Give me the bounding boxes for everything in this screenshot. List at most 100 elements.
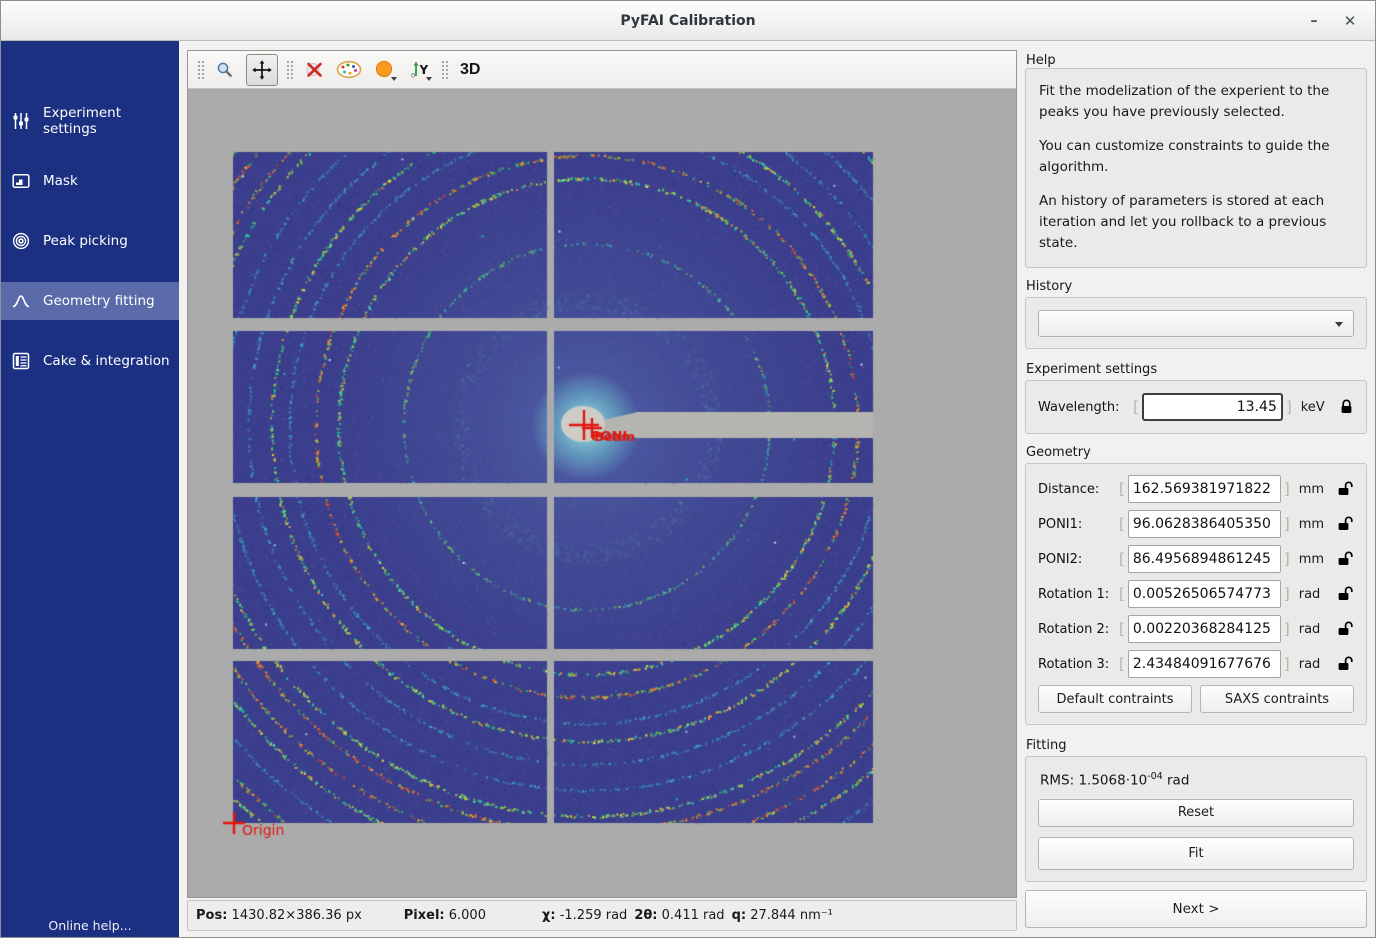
diffraction-image-canvas[interactable]	[188, 89, 1016, 897]
3d-view-button[interactable]: 3D	[455, 56, 485, 84]
bracket-open: [	[1116, 585, 1128, 603]
pixel-value: 6.000	[449, 908, 486, 923]
two-theta-label: 2θ:	[634, 908, 657, 923]
zoom-tool-button[interactable]	[211, 56, 239, 84]
q-label: q:	[732, 908, 747, 923]
sidebar-item-cake-integration[interactable]: Cake & integration	[1, 342, 179, 380]
wavelength-input[interactable]	[1142, 393, 1283, 421]
rotation2-input[interactable]	[1128, 615, 1281, 643]
bracket-close: ]	[1281, 655, 1293, 673]
sidebar-item-peak-picking[interactable]: Peak picking	[1, 222, 179, 260]
toolbar-drag-handle[interactable]	[285, 59, 293, 81]
rotation1-input[interactable]	[1128, 580, 1281, 608]
distance-label: Distance:	[1038, 482, 1116, 497]
bracket-close: ]	[1281, 585, 1293, 603]
poni2-lock-open-icon[interactable]	[1337, 551, 1354, 567]
svg-text:Y: Y	[418, 63, 428, 77]
q-value: 27.844 nm⁻¹	[750, 908, 833, 923]
sidebar-nav: Experiment settings Mask Peak picking	[1, 41, 179, 380]
history-combobox[interactable]	[1038, 310, 1354, 337]
history-section-title: History	[1026, 279, 1072, 294]
chevron-down-icon	[1335, 322, 1343, 327]
toolbar-drag-handle[interactable]	[440, 59, 448, 81]
poni1-label: PONI1:	[1038, 517, 1116, 532]
experiment-section-title: Experiment settings	[1026, 362, 1157, 377]
sidebar-item-geometry-fitting[interactable]: Geometry fitting	[1, 282, 179, 320]
bracket-close: ]	[1283, 398, 1295, 416]
rotation3-row: Rotation 3: [ ] rad	[1038, 650, 1354, 678]
rotation2-row: Rotation 2: [ ] rad	[1038, 615, 1354, 643]
minimize-button[interactable]: –	[1297, 1, 1331, 41]
rotation1-row: Rotation 1: [ ] rad	[1038, 580, 1354, 608]
bracket-open: [	[1116, 620, 1128, 638]
distance-lock-open-icon[interactable]	[1337, 481, 1354, 497]
next-button[interactable]: Next >	[1025, 890, 1367, 928]
mask-icon	[12, 172, 30, 190]
distance-unit: mm	[1293, 482, 1327, 497]
geometry-box: Distance: [ ] mm PONI1: [ ] mm P	[1025, 463, 1367, 725]
bracket-open: [	[1130, 398, 1142, 416]
svg-text:0: 0	[411, 72, 415, 80]
default-constraints-button[interactable]: Default contraints	[1038, 685, 1192, 713]
bracket-close: ]	[1281, 515, 1293, 533]
rms-unit: rad	[1167, 773, 1189, 789]
close-button[interactable]: ✕	[1333, 1, 1367, 41]
right-panel: Help Fit the modelization of the experie…	[1025, 41, 1367, 938]
help-paragraph: An history of parameters is stored at ea…	[1039, 191, 1353, 254]
bracket-open: [	[1116, 480, 1128, 498]
fit-button[interactable]: Fit	[1038, 837, 1354, 870]
titlebar: PyFAI Calibration – ✕	[1, 1, 1375, 41]
marker-color-button[interactable]	[370, 56, 398, 84]
dropdown-arrow-icon	[426, 77, 432, 81]
colormap-button[interactable]	[335, 56, 363, 84]
distance-row: Distance: [ ] mm	[1038, 475, 1354, 503]
rotation2-unit: rad	[1293, 622, 1327, 637]
distance-input[interactable]	[1128, 475, 1281, 503]
document-lines-icon	[12, 352, 30, 370]
clear-markers-button[interactable]	[300, 56, 328, 84]
online-help-link[interactable]: Online help...	[1, 918, 179, 933]
bracket-close: ]	[1281, 550, 1293, 568]
sidebar-item-label: Geometry fitting	[43, 293, 155, 309]
statusbar: Pos: 1430.82×386.36 px Pixel: 6.000 χ: -…	[187, 900, 1017, 931]
wavelength-row: Wavelength: [ ] keV	[1038, 393, 1354, 421]
rms-exponent: -04	[1147, 771, 1163, 782]
pos-label: Pos:	[196, 908, 227, 923]
palette-icon	[336, 60, 362, 79]
pan-arrows-icon	[252, 60, 272, 80]
rotation3-lock-open-icon[interactable]	[1337, 656, 1354, 672]
sidebar-item-label: Experiment settings	[43, 105, 179, 137]
sidebar-item-experiment-settings[interactable]: Experiment settings	[1, 102, 179, 140]
chi-label: χ:	[542, 908, 556, 923]
wavelength-unit: keV	[1295, 400, 1329, 415]
pyfai-calibration-window: PyFAI Calibration – ✕ Experiment setting…	[0, 0, 1376, 938]
reset-button[interactable]: Reset	[1038, 799, 1354, 827]
red-cross-icon	[305, 60, 324, 79]
poni2-input[interactable]	[1128, 545, 1281, 573]
poni1-lock-open-icon[interactable]	[1337, 516, 1354, 532]
rotation1-lock-open-icon[interactable]	[1337, 586, 1354, 602]
rotation3-unit: rad	[1293, 657, 1327, 672]
help-paragraph: Fit the modelization of the experient to…	[1039, 81, 1353, 123]
rotation3-label: Rotation 3:	[1038, 657, 1116, 672]
poni1-row: PONI1: [ ] mm	[1038, 510, 1354, 538]
bracket-open: [	[1116, 655, 1128, 673]
poni1-input[interactable]	[1128, 510, 1281, 538]
saxs-constraints-button[interactable]: SAXS contraints	[1200, 685, 1354, 713]
poni2-row: PONI2: [ ] mm	[1038, 545, 1354, 573]
toolbar-drag-handle[interactable]	[196, 59, 204, 81]
wavelength-lock-closed-icon[interactable]	[1339, 399, 1354, 415]
y-axis-orientation-button[interactable]: Y 0	[405, 56, 433, 84]
rotation3-input[interactable]	[1128, 650, 1281, 678]
help-paragraph: You can customize constraints to guide t…	[1039, 136, 1353, 178]
fitting-section-title: Fitting	[1026, 738, 1066, 753]
wavelength-label: Wavelength:	[1038, 400, 1130, 415]
magnifier-icon	[216, 61, 234, 79]
pan-tool-button[interactable]	[246, 54, 278, 86]
poni1-unit: mm	[1293, 517, 1327, 532]
sidebar-item-mask[interactable]: Mask	[1, 162, 179, 200]
dropdown-arrow-icon	[391, 77, 397, 81]
rotation2-lock-open-icon[interactable]	[1337, 621, 1354, 637]
fitting-box: RMS: 1.5068·10-04 rad Reset Fit	[1025, 756, 1367, 882]
bullseye-rings-icon	[12, 232, 30, 250]
